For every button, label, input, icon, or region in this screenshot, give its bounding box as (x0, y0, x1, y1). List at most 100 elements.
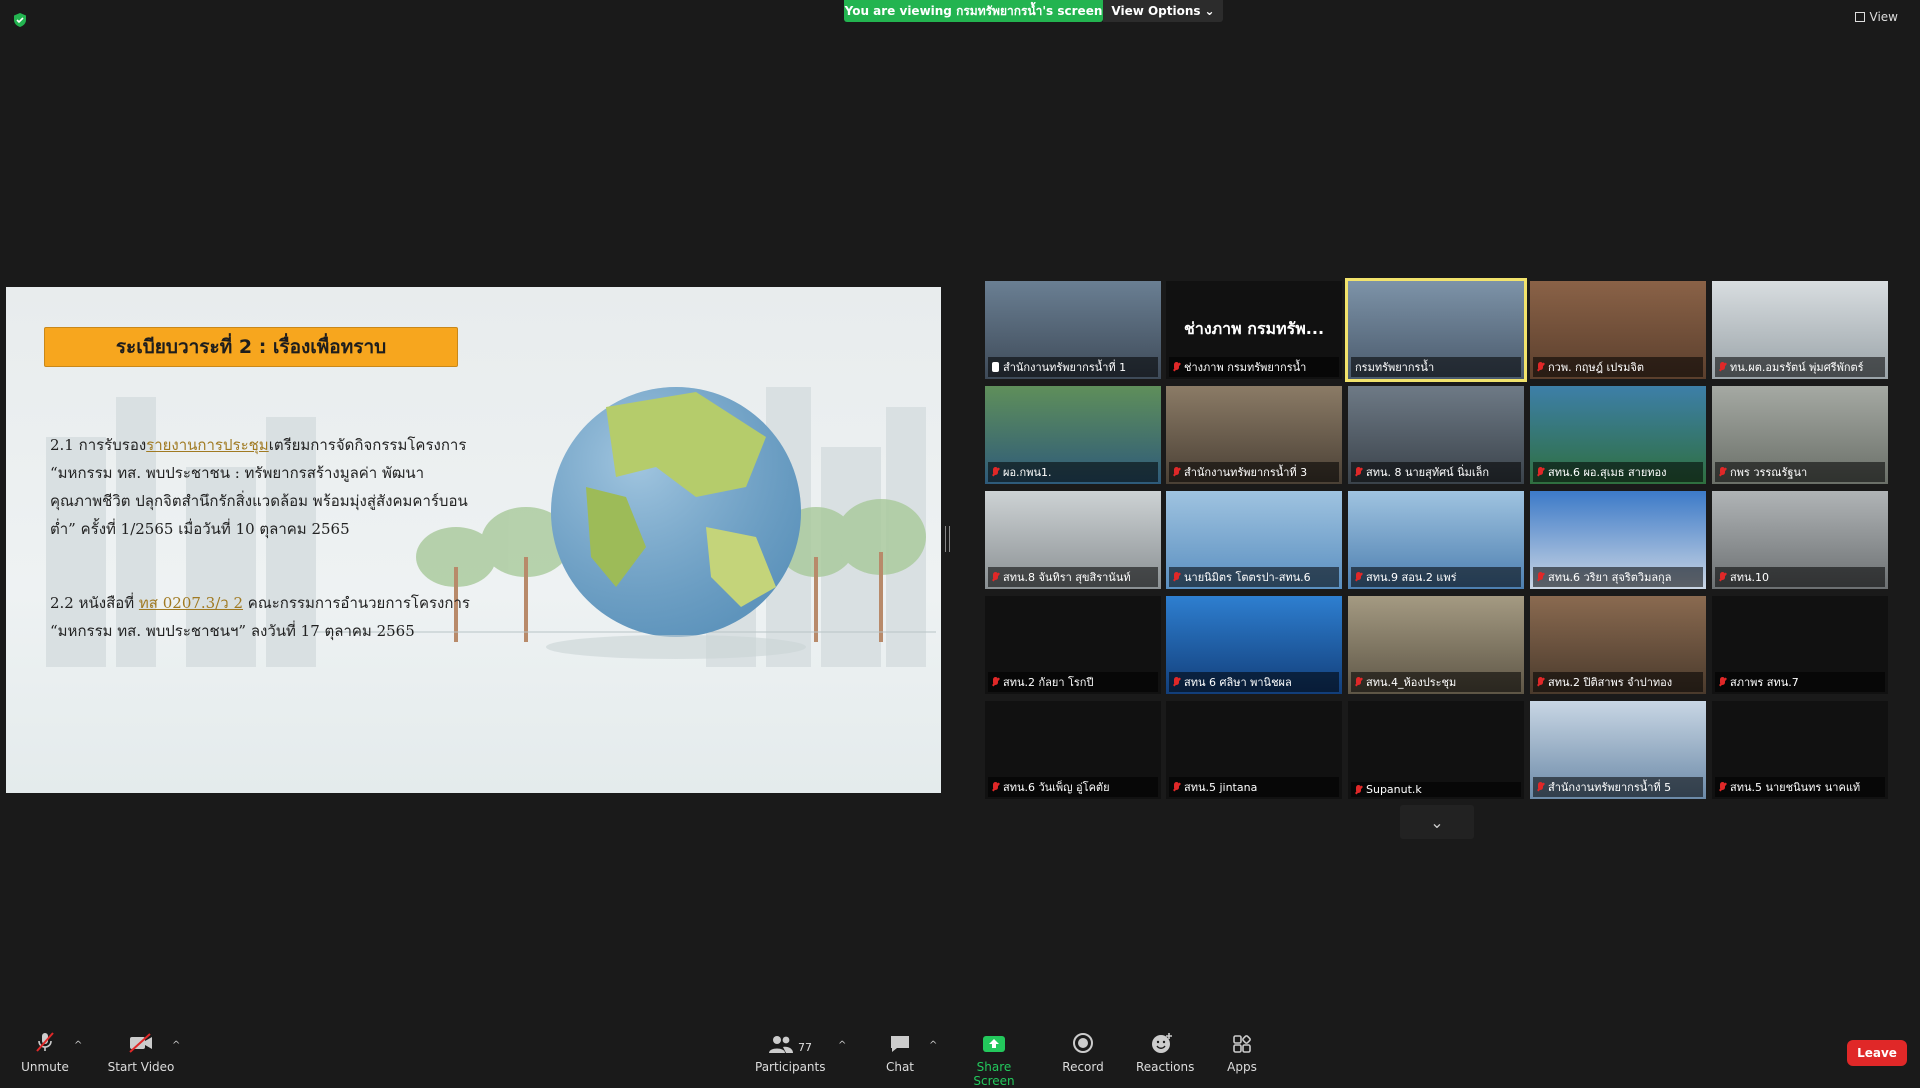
participant-tile[interactable]: สทน.6 วันเพ็ญ อู่โคตัย (985, 701, 1161, 799)
participant-name: สทน.5 jintana (1184, 781, 1258, 794)
muted-mic-icon (992, 467, 999, 477)
letter-reference-link[interactable]: ทส 0207.3/ว 2 (139, 594, 243, 612)
participant-name-label: ผอ.กพน1. (988, 462, 1158, 482)
participant-name: สำนักงานทรัพยากรน้ำที่ 1 (1003, 361, 1127, 374)
participant-name-label: สภาพร สทน.7 (1715, 672, 1885, 692)
participant-tile[interactable]: สทน. 8 นายสุทัศน์ นิ่มเล็ก (1348, 386, 1524, 484)
viewing-screen-banner: You are viewing กรมทรัพยากรน้ำ's screen (844, 0, 1103, 22)
participant-name-label: สำนักงานทรัพยากรน้ำที่ 5 (1533, 777, 1703, 797)
participant-name-label: สทน.6 วันเพ็ญ อู่โคตัย (988, 777, 1158, 797)
muted-mic-icon (992, 677, 999, 687)
participant-name-label: นายนิมิตร โตตรปา-สทน.6 (1169, 567, 1339, 587)
muted-mic-icon (1173, 782, 1180, 792)
split-divider-handle[interactable] (945, 526, 950, 552)
participant-tile[interactable]: สทน.10 (1712, 491, 1888, 589)
participant-tile[interactable]: กวพ. กฤษฎ์ เปรมจิต (1530, 281, 1706, 379)
chevron-down-icon: ⌄ (1204, 4, 1215, 18)
participants-icon (769, 1036, 793, 1053)
video-off-icon (129, 1033, 152, 1053)
participant-name-label: กรมทรัพยากรน้ำ (1351, 357, 1521, 377)
muted-microphone-icon (36, 1032, 54, 1052)
participant-name: สทน 6 ศลิษา พานิชผล (1184, 676, 1292, 689)
chevron-down-icon: ⌄ (1430, 812, 1444, 832)
participant-name-label: สทน.4_ห้องประชุม (1351, 672, 1521, 692)
participant-name: กรมทรัพยากรน้ำ (1355, 361, 1435, 374)
video-options-caret[interactable]: ^ (172, 1040, 180, 1051)
participant-name-label: สทน.2 ปิติสาพร จำปาทอง (1533, 672, 1703, 692)
share-screen-button[interactable]: Share Screen (957, 1030, 1031, 1088)
participant-tile[interactable]: กรมทรัพยากรน้ำ (1345, 278, 1527, 382)
participant-name: สทน.2 กัลยา โรกปี (1003, 676, 1094, 689)
muted-mic-icon (1355, 467, 1362, 477)
meeting-report-link[interactable]: รายงานการประชุม (146, 436, 269, 454)
view-button[interactable]: View (1854, 10, 1898, 24)
muted-mic-icon (1173, 467, 1180, 477)
participants-label: Participants (755, 1060, 826, 1074)
participant-tile[interactable]: ผอ.กพน1. (985, 386, 1161, 484)
participant-tile[interactable]: กพร วรรณรัฐนา (1712, 386, 1888, 484)
chat-options-caret[interactable]: ^ (929, 1040, 937, 1051)
muted-mic-icon (1355, 572, 1362, 582)
participant-name-label: สทน.2 กัลยา โรกปี (988, 672, 1158, 692)
agenda-title: ระเบียบวาระที่ 2 : เรื่องเพื่อทราบ (44, 327, 458, 367)
participant-name-label: สทน.6 ผอ.สุเมธ สายทอง (1533, 462, 1703, 482)
start-video-label: Start Video (107, 1060, 175, 1074)
muted-mic-icon (1537, 782, 1544, 792)
participant-name-label: กวพ. กฤษฎ์ เปรมจิต (1533, 357, 1703, 377)
participant-tile[interactable]: สทน.2 ปิติสาพร จำปาทอง (1530, 596, 1706, 694)
participant-name-label: สทน.10 (1715, 567, 1885, 587)
reactions-label: Reactions (1136, 1060, 1195, 1074)
gallery-scroll-down-button[interactable]: ⌄ (1400, 805, 1474, 839)
participant-name: นายนิมิตร โตตรปา-สทน.6 (1184, 571, 1311, 584)
muted-mic-icon (1537, 467, 1544, 477)
participant-tile[interactable]: ช่างภาพ กรมทรัพ... ช่างภาพ กรมทรัพยากรน้ำ (1166, 281, 1342, 379)
agenda-item-2: 2.2 หนังสือที่ ทส 0207.3/ว 2 คณะกรรมการอ… (50, 589, 470, 645)
muted-mic-icon (1719, 677, 1726, 687)
participant-tile[interactable]: สทน.8 จันทิรา สุขสิรานันท์ (985, 491, 1161, 589)
leave-button[interactable]: Leave (1847, 1040, 1907, 1066)
participants-options-caret[interactable]: ^ (838, 1040, 846, 1051)
participant-name-label: สทน.9 สอน.2 แพร่ (1351, 567, 1521, 587)
participant-name-label: สำนักงานทรัพยากรน้ำที่ 3 (1169, 462, 1339, 482)
record-button[interactable]: Record (1062, 1030, 1104, 1074)
agenda-item-2-prefix: 2.2 หนังสือที่ (50, 594, 139, 612)
participant-tile[interactable]: สำนักงานทรัพยากรน้ำที่ 5 (1530, 701, 1706, 799)
muted-mic-icon (1719, 572, 1726, 582)
participant-tile[interactable]: สทน.4_ห้องประชุม (1348, 596, 1524, 694)
participant-tile[interactable]: สทน.6 วริยา สุจริตวิมลกุล (1530, 491, 1706, 589)
participant-tile[interactable]: ทน.ผต.อมรรัตน์ พุ่มศรีพักตร์ (1712, 281, 1888, 379)
participant-tile[interactable]: สทน.9 สอน.2 แพร่ (1348, 491, 1524, 589)
audio-options-caret[interactable]: ^ (74, 1040, 82, 1051)
view-options-dropdown[interactable]: View Options ⌄ (1103, 0, 1223, 22)
muted-mic-icon (1719, 362, 1726, 372)
participant-name-label: สทน 6 ศลิษา พานิชผล (1169, 672, 1339, 692)
reactions-button[interactable]: Reactions (1136, 1030, 1194, 1074)
participant-tile[interactable]: สภาพร สทน.7 (1712, 596, 1888, 694)
unmute-label: Unmute (21, 1060, 69, 1074)
chat-button[interactable]: Chat (880, 1030, 920, 1074)
share-screen-label: Share Screen (973, 1060, 1015, 1088)
participant-tile[interactable]: สทน 6 ศลิษา พานิชผล (1166, 596, 1342, 694)
participant-tile[interactable]: Supanut.k (1348, 701, 1524, 799)
participant-tile[interactable]: สทน.5 jintana (1166, 701, 1342, 799)
view-button-label: View (1869, 10, 1898, 24)
participant-name: Supanut.k (1366, 783, 1422, 796)
chat-label: Chat (885, 1060, 915, 1074)
apps-label: Apps (1227, 1060, 1257, 1074)
participant-name-label: กพร วรรณรัฐนา (1715, 462, 1885, 482)
participant-name: สทน.6 ผอ.สุเมธ สายทอง (1548, 466, 1667, 479)
participants-button[interactable]: 77 Participants (755, 1030, 826, 1074)
participant-tile[interactable]: สำนักงานทรัพยากรน้ำที่ 1 (985, 281, 1161, 379)
muted-mic-icon (1355, 677, 1362, 687)
apps-button[interactable]: Apps (1222, 1030, 1262, 1074)
start-video-button[interactable]: Start Video (106, 1030, 176, 1074)
security-shield-icon[interactable] (12, 12, 28, 28)
participant-tile[interactable]: สำนักงานทรัพยากรน้ำที่ 3 (1166, 386, 1342, 484)
participant-tile[interactable]: สทน.5 นายชนินทร นาคแท้ (1712, 701, 1888, 799)
participant-tile[interactable]: สทน.2 กัลยา โรกปี (985, 596, 1161, 694)
unmute-button[interactable]: Unmute (20, 1030, 70, 1074)
smiley-plus-icon (1152, 1033, 1172, 1053)
participant-tile[interactable]: สทน.6 ผอ.สุเมธ สายทอง (1530, 386, 1706, 484)
participant-tile[interactable]: นายนิมิตร โตตรปา-สทน.6 (1166, 491, 1342, 589)
participant-name: สทน.5 นายชนินทร นาคแท้ (1730, 781, 1861, 794)
